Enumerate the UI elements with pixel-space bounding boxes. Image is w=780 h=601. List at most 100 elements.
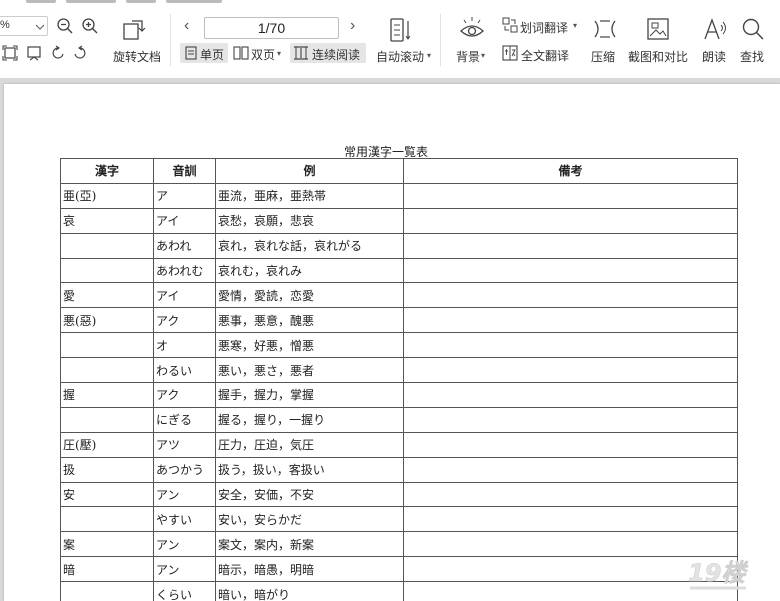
remarks-cell <box>403 481 738 508</box>
next-page-icon[interactable]: › <box>350 17 355 35</box>
remarks-cell <box>403 531 738 558</box>
rotate-left-icon[interactable] <box>50 45 66 61</box>
example-cell: 悪寒，好悪，憎悪 <box>215 332 404 359</box>
word-translate-icon[interactable] <box>502 17 518 33</box>
kanji-cell: 悪(惡) <box>60 307 154 334</box>
double-page-label[interactable]: 双页 <box>251 46 275 63</box>
example-cell: 哀愁，哀願，悲哀 <box>215 207 404 234</box>
word-translate-label[interactable]: 划词翻译 <box>520 19 568 36</box>
kanji-cell <box>60 257 154 284</box>
table-row: 案アン 案文，案内，新案 <box>60 531 738 558</box>
auto-scroll-icon[interactable] <box>388 17 412 43</box>
kanji-cell: 哀 <box>60 207 154 234</box>
example-cell: 握手，握力，掌握 <box>215 382 404 408</box>
zoom-in-icon[interactable] <box>81 17 99 35</box>
reading-cell: あわれむ <box>153 257 216 284</box>
continuous-reading-icon <box>294 46 308 60</box>
kanji-cell: 扱 <box>60 456 154 483</box>
remarks-cell <box>403 232 738 259</box>
toolbar: % 旋转文档 ‹ 1/70 › 单页 双页 ▾ 连续阅读 自动滚动 ▾ 背景 ▾… <box>0 0 780 78</box>
auto-scroll-label[interactable]: 自动滚动 <box>376 48 424 65</box>
kanji-cell: 暗 <box>60 556 154 583</box>
reading-cell: アツ <box>153 431 216 458</box>
fit-page-icon[interactable] <box>2 45 18 61</box>
table-row: にぎる 握る，握り，一握り <box>60 406 738 433</box>
rotate-document-icon[interactable] <box>122 17 148 41</box>
background-chevron-icon[interactable]: ▾ <box>481 51 485 60</box>
example-cell: 悪事，悪意，醜悪 <box>215 307 404 334</box>
table-row: 悪(惡) アク 悪事，悪意，醜悪 <box>60 307 738 334</box>
double-page-chevron-icon[interactable]: ▾ <box>277 49 281 58</box>
rotate-document-label[interactable]: 旋转文档 <box>113 48 161 65</box>
top-menu-strip <box>0 0 780 6</box>
reading-cell: オ <box>153 332 216 359</box>
find-search-icon[interactable] <box>740 17 766 41</box>
reading-cell: アイ <box>153 282 216 309</box>
document-page: 常用漢字一覧表 漢字 音訓 例 備考 亜(亞) ア亜流，亜麻，亜熱帯哀アイ 哀愁，哀… <box>4 84 780 601</box>
kanji-cell: 安 <box>60 481 154 508</box>
fit-width-icon[interactable] <box>26 45 42 61</box>
header-reading: 音訓 <box>153 158 216 184</box>
reading-cell: アク <box>153 307 216 334</box>
table-row: 哀アイ 哀愁，哀願，悲哀 <box>60 207 738 234</box>
kanji-table: 漢字 音訓 例 備考 亜(亞) ア亜流，亜麻，亜熱帯哀アイ 哀愁，哀願，悲哀 あわれ哀… <box>60 158 738 601</box>
reading-cell: やすい <box>153 506 216 533</box>
example-cell: 安全，安価，不安 <box>215 481 404 508</box>
prev-page-icon[interactable]: ‹ <box>184 17 189 35</box>
remarks-cell <box>403 357 738 384</box>
remarks-cell <box>403 257 738 284</box>
reading-cell: くらい <box>153 581 216 601</box>
remarks-cell <box>403 406 738 433</box>
kanji-cell <box>60 581 154 601</box>
remarks-cell <box>403 282 738 309</box>
full-translate-icon[interactable] <box>502 45 518 61</box>
reading-cell: あわれ <box>153 232 216 259</box>
table-row: 暗アン 暗示，暗愚，明暗 <box>60 556 738 583</box>
full-translate-label[interactable]: 全文翻译 <box>521 47 569 64</box>
rotate-right-icon[interactable] <box>72 45 88 61</box>
auto-scroll-chevron-icon[interactable]: ▾ <box>427 51 431 60</box>
compress-label[interactable]: 压缩 <box>591 48 615 65</box>
table-row: あわれ 哀れ，哀れな話，哀れがる <box>60 232 738 259</box>
word-translate-chevron-icon[interactable]: ▾ <box>573 21 577 30</box>
example-cell: 握る，握り，一握り <box>215 406 404 433</box>
read-aloud-icon[interactable] <box>703 17 729 41</box>
document-viewer[interactable]: 常用漢字一覧表 漢字 音訓 例 備考 亜(亞) ア亜流，亜麻，亜熱帯哀アイ 哀愁，哀… <box>0 78 780 601</box>
screenshot-compare-icon[interactable] <box>645 17 671 41</box>
header-remarks: 備考 <box>403 158 738 184</box>
remarks-cell <box>403 307 738 334</box>
example-cell: 安い，安らかだ <box>215 506 404 533</box>
kanji-cell <box>60 506 154 533</box>
kanji-cell: 愛 <box>60 282 154 309</box>
example-cell: 暗示，暗愚，明暗 <box>215 556 404 583</box>
double-page-icon[interactable] <box>233 46 249 60</box>
background-label[interactable]: 背景 <box>456 48 480 65</box>
page-number-input[interactable]: 1/70 <box>204 17 339 39</box>
header-example: 例 <box>215 158 404 184</box>
screenshot-compare-label[interactable]: 截图和对比 <box>628 48 688 65</box>
reading-cell: アン <box>153 531 216 558</box>
eye-background-icon[interactable] <box>458 14 486 42</box>
reading-cell: アン <box>153 556 216 583</box>
remarks-cell <box>403 431 738 458</box>
reading-cell: にぎる <box>153 406 216 433</box>
reading-cell: アク <box>153 382 216 408</box>
table-row: くらい 暗い，暗がり <box>60 581 738 601</box>
example-cell: 哀れ，哀れな話，哀れがる <box>215 232 404 259</box>
kanji-cell <box>60 332 154 359</box>
header-kanji: 漢字 <box>60 158 154 184</box>
table-row: 扱あつかう 扱う，扱い，客扱い <box>60 456 738 483</box>
site-watermark-logo: 19楼 <box>688 559 750 590</box>
compress-icon[interactable] <box>592 17 618 41</box>
read-aloud-label[interactable]: 朗读 <box>702 48 726 65</box>
table-row: 愛アイ 愛情，愛読，恋愛 <box>60 282 738 309</box>
find-label[interactable]: 查找 <box>740 48 764 65</box>
continuous-reading-label: 连续阅读 <box>312 48 361 62</box>
kanji-cell <box>60 357 154 384</box>
remarks-cell <box>403 506 738 533</box>
table-row: 圧(壓) アツ 圧力，圧迫，気圧 <box>60 431 738 458</box>
kanji-cell <box>60 406 154 433</box>
example-cell: 亜流，亜麻，亜熱帯 <box>215 182 404 209</box>
zoom-out-icon[interactable] <box>56 17 74 35</box>
example-cell: 暗い，暗がり <box>215 581 404 601</box>
